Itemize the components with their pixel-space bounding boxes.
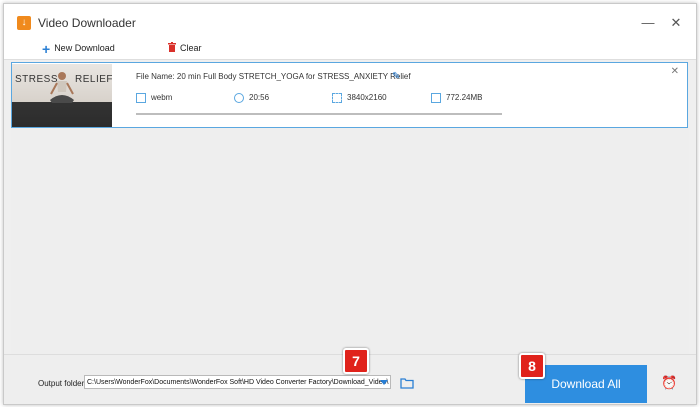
alarm-clock-icon[interactable]: ⏰ — [661, 375, 677, 391]
clear-button[interactable]: Clear — [168, 40, 202, 56]
format-value: webm — [151, 93, 173, 102]
output-folder-select[interactable]: C:\Users\WonderFox\Documents\WonderFox S… — [84, 375, 391, 389]
thumbnail-text-right: RELIEF — [75, 74, 112, 85]
title-bar: ↓ Video Downloader — ✕ — [4, 4, 696, 37]
new-download-button[interactable]: + New Download — [42, 40, 115, 57]
download-list: STRESS RELIEF File Name: 20 min Full Bod… — [11, 62, 689, 354]
clock-icon — [234, 92, 244, 103]
app-logo-icon: ↓ — [17, 16, 31, 30]
toolbar: + New Download Clear — [4, 37, 696, 60]
new-download-label: New Download — [54, 43, 115, 53]
dropdown-arrow-icon[interactable] — [380, 380, 388, 385]
yoga-figure-illustration — [50, 72, 74, 103]
edit-filename-icon[interactable]: ✎ — [392, 71, 400, 82]
format-info: webm — [136, 92, 172, 104]
trash-icon — [168, 41, 176, 57]
video-thumbnail: STRESS RELIEF — [12, 64, 112, 127]
download-progress-bar — [136, 113, 502, 115]
remove-item-icon[interactable]: ✕ — [671, 66, 679, 77]
download-item[interactable]: STRESS RELIEF File Name: 20 min Full Bod… — [11, 62, 688, 128]
file-name: File Name: 20 min Full Body STRETCH_YOGA… — [136, 72, 411, 81]
duration-value: 20:56 — [249, 93, 270, 102]
resolution-info: 3840x2160 — [332, 92, 387, 104]
minimize-button[interactable]: — — [638, 13, 658, 33]
format-icon — [136, 92, 146, 103]
file-size-icon — [431, 92, 441, 103]
output-folder-path: C:\Users\WonderFox\Documents\WonderFox S… — [87, 379, 389, 386]
size-value: 772.24MB — [446, 93, 483, 102]
size-info: 772.24MB — [431, 92, 482, 104]
close-button[interactable]: ✕ — [666, 13, 686, 33]
step-badge-8: 8 — [519, 353, 545, 379]
output-folder-label: Output folder: — [38, 379, 87, 388]
resolution-icon — [332, 92, 342, 103]
window-title: Video Downloader — [38, 16, 136, 30]
open-folder-icon[interactable] — [400, 376, 414, 389]
video-downloader-window: ↓ Video Downloader — ✕ + New Download Cle… — [3, 3, 697, 405]
plus-icon: + — [42, 40, 51, 57]
duration-info: 20:56 — [234, 92, 269, 104]
step-badge-7: 7 — [343, 348, 369, 374]
clear-label: Clear — [180, 43, 202, 53]
resolution-value: 3840x2160 — [347, 93, 387, 102]
